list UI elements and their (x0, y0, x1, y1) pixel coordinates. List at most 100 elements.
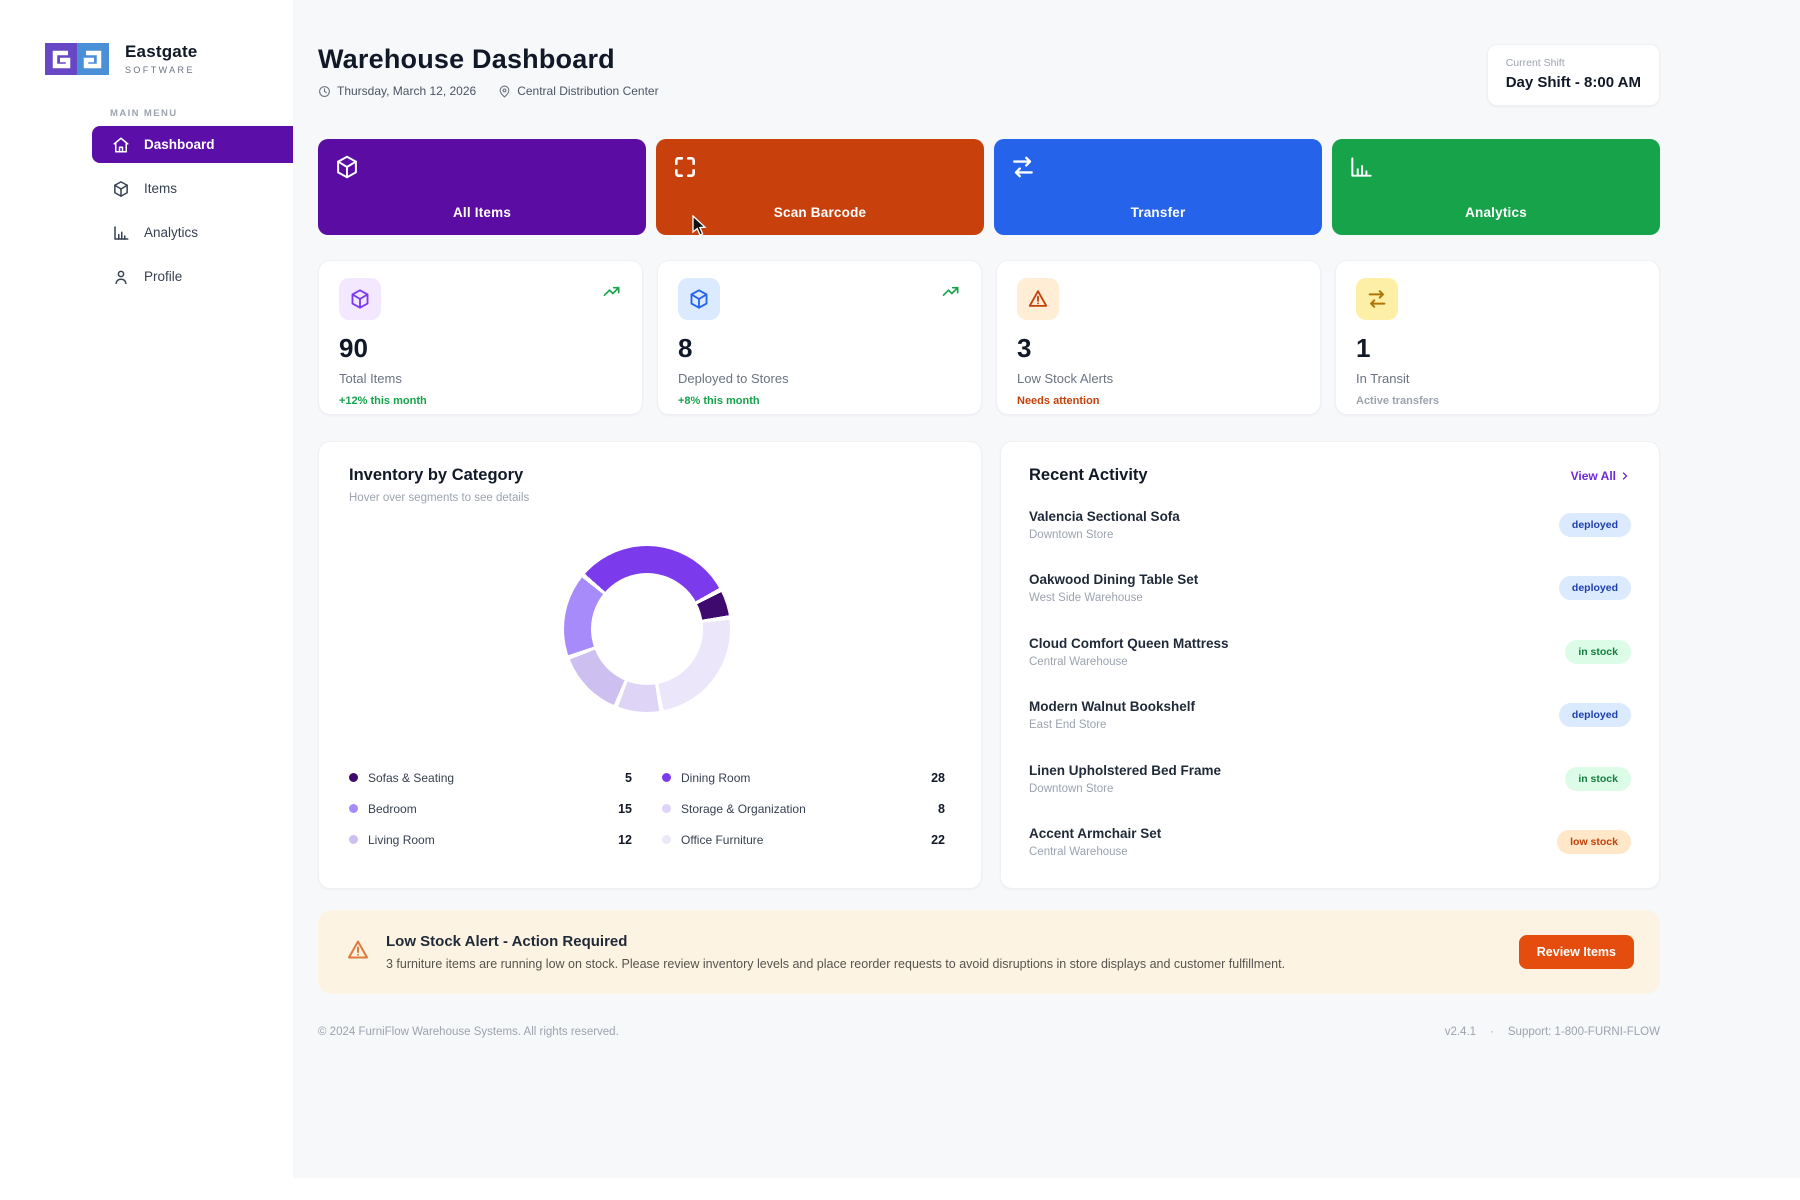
sidebar-item-label: Items (144, 181, 177, 196)
action-label: Scan Barcode (672, 205, 968, 220)
chart-subtitle: Hover over segments to see details (349, 492, 945, 504)
stat-value: 8 (678, 333, 961, 364)
activity-title: Recent Activity (1029, 466, 1148, 485)
activity-row[interactable]: Oakwood Dining Table Set West Side Wareh… (1029, 557, 1631, 621)
stat-card-total-items: 90 Total Items +12% this month (318, 260, 643, 415)
legend-value: 28 (931, 771, 945, 785)
stat-value: 1 (1356, 333, 1639, 364)
legend-label: Living Room (368, 833, 435, 847)
brand-name: Eastgate (125, 42, 197, 62)
alert-title: Low Stock Alert - Action Required (386, 933, 1285, 950)
legend-label: Storage & Organization (681, 802, 806, 816)
warning-icon (1017, 278, 1059, 320)
view-all-label: View All (1571, 469, 1616, 483)
footer-version: v2.4.1 (1445, 1026, 1476, 1038)
legend-label: Dining Room (681, 771, 750, 785)
sidebar-item-analytics[interactable]: Analytics (92, 214, 293, 251)
transfer-arrows-icon (1356, 278, 1398, 320)
legend-label: Sofas & Seating (368, 771, 454, 785)
clock-icon (318, 85, 331, 98)
stat-label: Low Stock Alerts (1017, 371, 1300, 386)
legend-value: 5 (625, 771, 632, 785)
stat-label: Total Items (339, 371, 622, 386)
status-badge: in stock (1565, 640, 1631, 664)
package-icon (678, 278, 720, 320)
activity-row[interactable]: Linen Upholstered Bed Frame Downtown Sto… (1029, 747, 1631, 811)
chart-legend: Sofas & Seating 5 Dining Room 28 Bedroom… (349, 762, 945, 855)
status-badge: deployed (1559, 513, 1631, 537)
low-stock-alert-banner: Low Stock Alert - Action Required 3 furn… (318, 910, 1660, 994)
package-icon (339, 278, 381, 320)
shift-label: Current Shift (1506, 57, 1641, 69)
main-area: Warehouse Dashboard Thursday, March 12, … (293, 0, 1800, 1178)
activity-item-location: Central Warehouse (1029, 656, 1229, 668)
alert-message: 3 furniture items are running low on sto… (386, 957, 1285, 971)
action-label: Transfer (1010, 205, 1306, 220)
legend-value: 8 (938, 802, 945, 816)
chart-title: Inventory by Category (349, 466, 945, 485)
sidebar-section-label: MAIN MENU (110, 108, 178, 119)
analytics-button[interactable]: Analytics (1332, 139, 1660, 235)
warning-icon (346, 938, 370, 967)
inventory-by-category-panel: Inventory by Category Hover over segment… (318, 441, 982, 889)
action-label: All Items (334, 205, 630, 220)
legend-dot (662, 835, 671, 844)
legend-label: Bedroom (368, 802, 417, 816)
status-badge: deployed (1559, 703, 1631, 727)
bar-chart-icon (112, 224, 130, 242)
activity-item-location: West Side Warehouse (1029, 592, 1198, 604)
stat-value: 90 (339, 333, 622, 364)
trending-up-icon (602, 281, 622, 306)
page-title: Warehouse Dashboard (318, 44, 681, 75)
legend-dot (349, 804, 358, 813)
activity-item-name: Valencia Sectional Sofa (1029, 509, 1180, 524)
sidebar: Eastgate SOFTWARE MAIN MENU Dashboard It… (0, 0, 293, 1178)
donut-hole (591, 573, 703, 685)
sidebar-item-items[interactable]: Items (92, 170, 293, 207)
transfer-arrows-icon (1010, 154, 1036, 180)
legend-item: Sofas & Seating 5 (349, 762, 632, 793)
activity-row[interactable]: Valencia Sectional Sofa Downtown Store d… (1029, 493, 1631, 557)
scan-barcode-button[interactable]: Scan Barcode (656, 139, 984, 235)
user-icon (112, 268, 130, 286)
brand-logo-icon (45, 43, 109, 75)
legend-dot (349, 835, 358, 844)
bar-chart-icon (1348, 154, 1374, 180)
legend-label: Office Furniture (681, 833, 763, 847)
transfer-button[interactable]: Transfer (994, 139, 1322, 235)
stat-card-in-transit: 1 In Transit Active transfers (1335, 260, 1660, 415)
scan-icon (672, 154, 698, 180)
activity-item-location: Central Warehouse (1029, 846, 1161, 858)
activity-row[interactable]: Cloud Comfort Queen Mattress Central War… (1029, 620, 1631, 684)
sidebar-item-dashboard[interactable]: Dashboard (92, 126, 293, 163)
view-all-link[interactable]: View All (1571, 469, 1631, 483)
recent-activity-panel: Recent Activity View All Valencia Sectio… (1000, 441, 1660, 889)
footer-support: Support: 1-800-FURNI-FLOW (1508, 1026, 1660, 1038)
date-text: Thursday, March 12, 2026 (337, 84, 476, 98)
legend-item: Office Furniture 22 (662, 824, 945, 855)
legend-dot (662, 804, 671, 813)
activity-row[interactable]: Accent Armchair Set Central Warehouse lo… (1029, 811, 1631, 875)
sidebar-item-profile[interactable]: Profile (92, 258, 293, 295)
status-badge: deployed (1559, 576, 1631, 600)
legend-item: Bedroom 15 (349, 793, 632, 824)
legend-dot (662, 773, 671, 782)
trending-up-icon (941, 281, 961, 306)
activity-row[interactable]: Modern Walnut Bookshelf East End Store d… (1029, 684, 1631, 748)
status-badge: in stock (1565, 767, 1631, 791)
current-shift-card: Current Shift Day Shift - 8:00 AM (1487, 44, 1660, 106)
legend-value: 15 (618, 802, 632, 816)
stat-value: 3 (1017, 333, 1300, 364)
all-items-button[interactable]: All Items (318, 139, 646, 235)
activity-item-name: Accent Armchair Set (1029, 826, 1161, 841)
sidebar-item-label: Analytics (144, 225, 198, 240)
legend-item: Storage & Organization 8 (662, 793, 945, 824)
activity-item-location: Downtown Store (1029, 529, 1180, 541)
activity-item-name: Linen Upholstered Bed Frame (1029, 763, 1221, 778)
activity-item-name: Cloud Comfort Queen Mattress (1029, 636, 1229, 651)
review-items-button[interactable]: Review Items (1519, 935, 1634, 969)
legend-item: Living Room 12 (349, 824, 632, 855)
legend-value: 12 (618, 833, 632, 847)
location-text: Central Distribution Center (517, 84, 658, 98)
activity-item-location: Downtown Store (1029, 783, 1221, 795)
